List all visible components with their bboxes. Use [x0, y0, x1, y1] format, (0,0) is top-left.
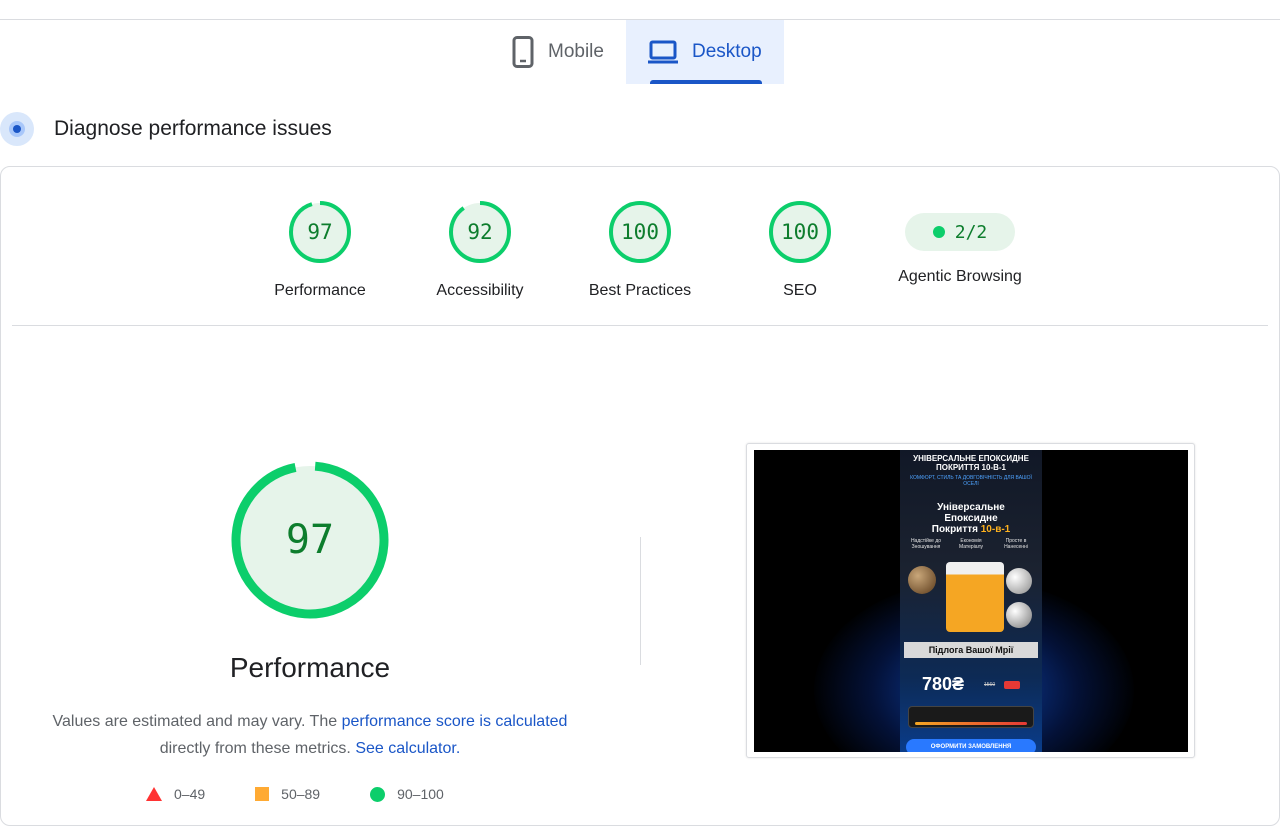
screenshot-title-line2: Епоксидне: [944, 513, 998, 524]
stock-bar: [915, 722, 1027, 725]
note-text-1: Values are estimated and may vary. The: [52, 713, 342, 730]
screenshot-order-button: ОФОРМИТИ ЗАМОВЛЕННЯ: [906, 739, 1036, 752]
screenshot-feature-2: Економія Матеріалу: [959, 538, 983, 550]
screenshot-feature-1: Надстійке до Зношування: [910, 538, 942, 550]
screenshot-price: 780₴: [922, 674, 965, 694]
gauge-accessibility[interactable]: 92 Accessibility: [400, 200, 560, 300]
diagnose-header: Diagnose performance issues: [0, 112, 332, 146]
screenshot-title-line3: Покриття: [931, 524, 981, 535]
gauge-label-seo: SEO: [783, 282, 817, 299]
gauge-seo[interactable]: 100 SEO: [720, 200, 880, 300]
tab-desktop-label: Desktop: [691, 41, 762, 62]
tab-desktop[interactable]: Desktop: [625, 20, 784, 84]
screenshot-title-accent: 10-в-1: [980, 524, 1011, 535]
gauge-label-accessibility: Accessibility: [436, 282, 524, 299]
performance-note: Values are estimated and may vary. The p…: [30, 708, 590, 762]
agentic-value: 2/2: [954, 221, 988, 243]
pass-dot-icon: [932, 226, 945, 238]
gauge-score-accessibility: 92: [467, 220, 493, 244]
gauge-score-best-practices: 100: [621, 220, 659, 244]
gauge-performance[interactable]: 97 Performance: [240, 200, 400, 300]
category-gauges: 97 Performance 92 Accessibility 100 Best…: [240, 200, 1040, 300]
screenshot-header: УНІВЕРСАЛЬНЕ ЕПОКСИДНЕ ПОКРИТТЯ 10-В-1: [913, 454, 1029, 472]
fail-triangle-icon: [146, 787, 162, 801]
screenshot-title-line1: Універсальне: [937, 502, 1005, 513]
agentic-pill: 2/2: [904, 213, 1016, 251]
screenshot-banner: Підлога Вашої Мрії: [904, 642, 1038, 658]
performance-big-score: 97: [285, 517, 335, 563]
gauge-score-seo: 100: [781, 220, 819, 244]
diagnose-title: Diagnose performance issues: [54, 117, 332, 140]
stock-warning: [908, 706, 1034, 728]
tab-mobile-label: Mobile: [548, 41, 604, 62]
tab-mobile[interactable]: Mobile: [490, 20, 626, 84]
product-sample-image: [1006, 602, 1032, 628]
gauge-agentic-browsing[interactable]: 2/2 Agentic Browsing: [880, 200, 1040, 300]
gauge-label-performance: Performance: [274, 282, 366, 299]
pass-circle-icon: [370, 786, 386, 802]
gauge-score-performance: 97: [307, 220, 333, 244]
screenshot-feature-3: Просте в Нанесенні: [1004, 538, 1028, 550]
performance-title: Performance: [229, 652, 391, 683]
gauge-label-best-practices: Best Practices: [588, 282, 692, 299]
see-calculator-link[interactable]: See calculator.: [355, 740, 460, 757]
screenshot-old-price: 1560: [984, 682, 996, 688]
gauge-best-practices[interactable]: 100 Best Practices: [560, 200, 720, 300]
average-square-icon: [255, 787, 270, 801]
performance-big-gauge: 97: [230, 460, 390, 620]
note-text-2: directly from these metrics.: [159, 740, 356, 757]
gauge-label-agentic-browsing: Agentic Browsing: [898, 268, 1022, 285]
laptop-icon: [647, 40, 678, 64]
smartphone-icon: [512, 36, 534, 68]
product-can-image: [946, 562, 1004, 632]
screenshot-title: Універсальне Епоксидне Покриття 10-в-1: [900, 502, 1042, 535]
vertical-divider: [640, 537, 641, 665]
product-sample-image: [908, 566, 936, 594]
product-sample-image: [1006, 568, 1032, 594]
screenshot-page: УНІВЕРСАЛЬНЕ ЕПОКСИДНЕ ПОКРИТТЯ 10-В-1 К…: [900, 450, 1042, 752]
gauges-divider: [12, 325, 1268, 326]
performance-score-link[interactable]: performance score is calculated: [342, 713, 568, 730]
device-tabs: Mobile Desktop: [490, 20, 784, 84]
discount-badge: [1004, 681, 1020, 689]
screenshot-subheader: КОМФОРТ, СТИЛЬ ТА ДОВГОВІЧНІСТЬ ДЛЯ ВАШО…: [910, 475, 1032, 487]
final-screenshot: УНІВЕРСАЛЬНЕ ЕПОКСИДНЕ ПОКРИТТЯ 10-В-1 К…: [754, 450, 1188, 752]
target-icon: [0, 112, 34, 146]
